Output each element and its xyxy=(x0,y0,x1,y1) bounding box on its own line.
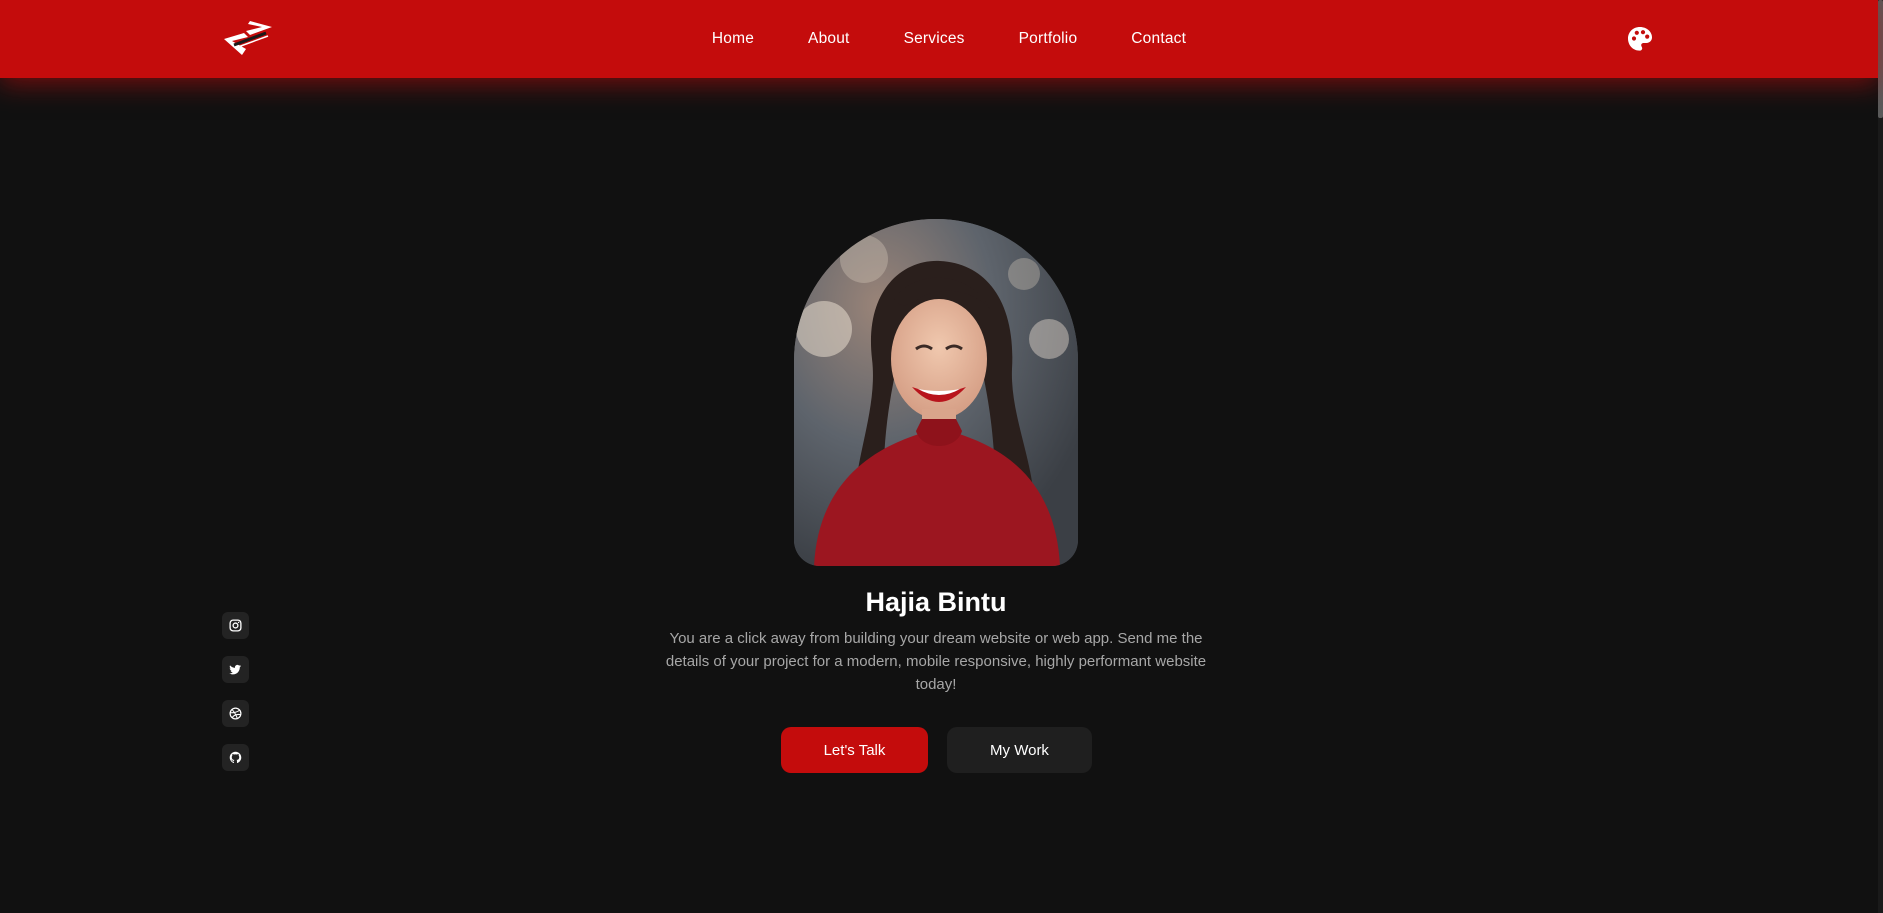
my-work-button[interactable]: My Work xyxy=(947,727,1092,773)
hero-name: Hajia Bintu xyxy=(865,587,1007,617)
scrollbar[interactable] xyxy=(1878,0,1883,913)
hero-tagline: You are a click away from building your … xyxy=(665,630,1207,693)
nav-link-services[interactable]: Services xyxy=(904,30,965,48)
nav-link-about[interactable]: About xyxy=(808,30,850,48)
top-navbar: Home About Services Portfolio Contact xyxy=(0,0,1878,78)
profile-portrait-illustration xyxy=(794,219,1078,566)
nav-link-home[interactable]: Home xyxy=(712,30,754,48)
lets-talk-button[interactable]: Let's Talk xyxy=(781,727,928,773)
nav-link-contact[interactable]: Contact xyxy=(1131,30,1186,48)
nav-link-portfolio[interactable]: Portfolio xyxy=(1019,30,1078,48)
profile-photo xyxy=(794,219,1078,566)
main-nav: Home About Services Portfolio Contact xyxy=(0,0,1878,78)
hero-section: Hajia Bintu You are a click away from bu… xyxy=(0,0,1878,913)
palette-icon[interactable] xyxy=(1627,26,1653,52)
scrollbar-thumb[interactable] xyxy=(1878,0,1883,118)
